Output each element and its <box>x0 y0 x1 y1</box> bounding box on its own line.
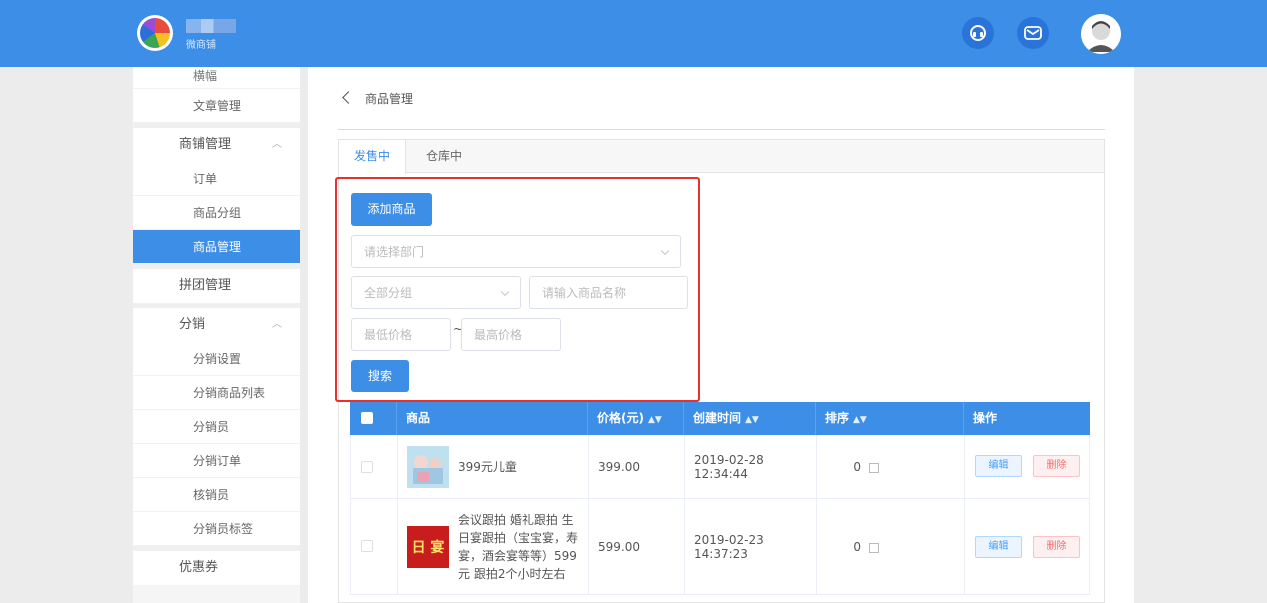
actions-cell: 编辑 删除 <box>965 435 1091 498</box>
sidebar-item-orders[interactable]: 订单 <box>133 162 300 196</box>
sidebar-item-verifiers[interactable]: 核销员 <box>133 478 300 512</box>
table-row: 日 宴 会议跟拍 婚礼跟拍 生日宴跟拍（宝宝宴，寿宴，酒会宴等等）599元 跟拍… <box>350 499 1090 595</box>
sidebar-item-distribution-settings[interactable]: 分销设置 <box>133 342 300 376</box>
sort-icon: ▲▼ <box>647 415 662 425</box>
header-sort[interactable]: 排序 ▲▼ <box>816 402 964 435</box>
highlight-box <box>335 177 700 402</box>
thumbnail-text: 日 宴 <box>411 539 445 556</box>
product-created: 2019-02-23 14:37:23 <box>685 499 817 594</box>
row-checkbox-cell <box>351 435 398 498</box>
product-name[interactable]: 会议跟拍 婚礼跟拍 生日宴跟拍（宝宝宴，寿宴，酒会宴等等）599元 跟拍2个小时… <box>458 511 588 583</box>
sort-icon: ▲▼ <box>745 415 759 425</box>
sidebar-item-distribution-orders[interactable]: 分销订单 <box>133 444 300 478</box>
sidebar-group-label: 分销 <box>179 317 206 332</box>
user-avatar[interactable] <box>1081 14 1121 54</box>
edit-button[interactable]: 编辑 <box>975 536 1022 558</box>
sidebar-item-distributor-tags[interactable]: 分销员标签 <box>133 512 300 546</box>
brand-subtitle: 微商铺 <box>186 40 216 51</box>
sidebar-item-product-management[interactable]: 商品管理 <box>133 230 300 264</box>
header-divider <box>338 129 1105 130</box>
mail-icon[interactable] <box>1017 17 1049 49</box>
chevron-up-icon: ︿ <box>272 139 282 150</box>
shop-logo[interactable] <box>137 15 173 51</box>
header-sort-label: 排序 <box>825 411 850 425</box>
header-price-label: 价格(元) <box>597 411 644 425</box>
table-row: 399元儿童 399.00 2019-02-28 12:34:44 0 编辑 删… <box>350 435 1090 499</box>
back-link[interactable]: 商品管理 <box>342 90 414 107</box>
sidebar-group-distribution[interactable]: 分销 ︿ <box>133 308 300 342</box>
header-price[interactable]: 价格(元) ▲▼ <box>588 402 684 435</box>
brand-name-blurred <box>186 19 236 33</box>
header-product: 商品 <box>397 402 588 435</box>
product-thumbnail[interactable] <box>407 445 449 488</box>
product-created: 2019-02-28 12:34:44 <box>685 435 817 498</box>
product-sort-value: 0 <box>853 459 861 474</box>
delete-button[interactable]: 删除 <box>1033 455 1080 477</box>
sidebar-item-product-groups[interactable]: 商品分组 <box>133 196 300 230</box>
sidebar-item-banner[interactable]: 横幅 <box>133 67 300 89</box>
sidebar-item-distributors[interactable]: 分销员 <box>133 410 300 444</box>
delete-button[interactable]: 删除 <box>1033 536 1080 558</box>
product-sort-cell: 0 <box>817 499 965 594</box>
logo-icon <box>140 18 170 48</box>
sidebar-item-group-buy[interactable]: 拼团管理 <box>133 269 300 303</box>
product-cell: 399元儿童 <box>398 435 589 498</box>
tab-warehouse[interactable]: 仓库中 <box>411 140 477 173</box>
chevron-up-icon: ︿ <box>272 319 282 330</box>
product-sort-cell: 0 <box>817 435 965 498</box>
top-header: 微商铺 <box>0 0 1267 67</box>
sidebar-item-distribution-products[interactable]: 分销商品列表 <box>133 376 300 410</box>
header-actions: 操作 <box>973 411 998 425</box>
row-checkbox[interactable] <box>361 540 373 552</box>
tab-bar: 发售中 仓库中 <box>338 139 1105 174</box>
edit-pencil-icon[interactable] <box>869 542 879 553</box>
product-price: 399.00 <box>589 435 685 498</box>
sidebar-item-coupons[interactable]: 优惠券 <box>133 551 300 585</box>
sidebar-group-label: 商铺管理 <box>179 137 232 152</box>
table-header: 商品 价格(元) ▲▼ 创建时间 ▲▼ 排序 ▲▼ 操作 <box>350 402 1090 435</box>
select-all-checkbox[interactable] <box>361 412 373 424</box>
header-created[interactable]: 创建时间 ▲▼ <box>684 402 816 435</box>
chevron-left-icon <box>342 91 355 104</box>
header-checkbox-cell <box>350 402 397 435</box>
header-created-label: 创建时间 <box>693 411 742 425</box>
product-thumbnail[interactable]: 日 宴 <box>407 525 449 568</box>
row-checkbox-cell <box>351 499 398 594</box>
row-checkbox[interactable] <box>361 461 373 473</box>
page-title: 商品管理 <box>365 92 414 106</box>
product-price: 599.00 <box>589 499 685 594</box>
actions-cell: 编辑 删除 <box>965 499 1091 594</box>
edit-button[interactable]: 编辑 <box>975 455 1022 477</box>
product-name[interactable]: 399元儿童 <box>458 458 517 475</box>
sort-icon: ▲▼ <box>853 415 867 425</box>
tab-on-sale[interactable]: 发售中 <box>339 140 407 174</box>
sidebar-group-shop[interactable]: 商铺管理 ︿ <box>133 128 300 162</box>
product-sort-value: 0 <box>853 539 861 554</box>
sidebar-item-articles[interactable]: 文章管理 <box>133 89 300 123</box>
edit-pencil-icon[interactable] <box>869 462 879 473</box>
customer-service-icon[interactable] <box>962 17 994 49</box>
sidebar: 横幅 文章管理 商铺管理 ︿ 订单 商品分组 商品管理 拼团管理 分销 ︿ 分销… <box>133 67 300 603</box>
product-cell: 日 宴 会议跟拍 婚礼跟拍 生日宴跟拍（宝宝宴，寿宴，酒会宴等等）599元 跟拍… <box>398 499 589 594</box>
